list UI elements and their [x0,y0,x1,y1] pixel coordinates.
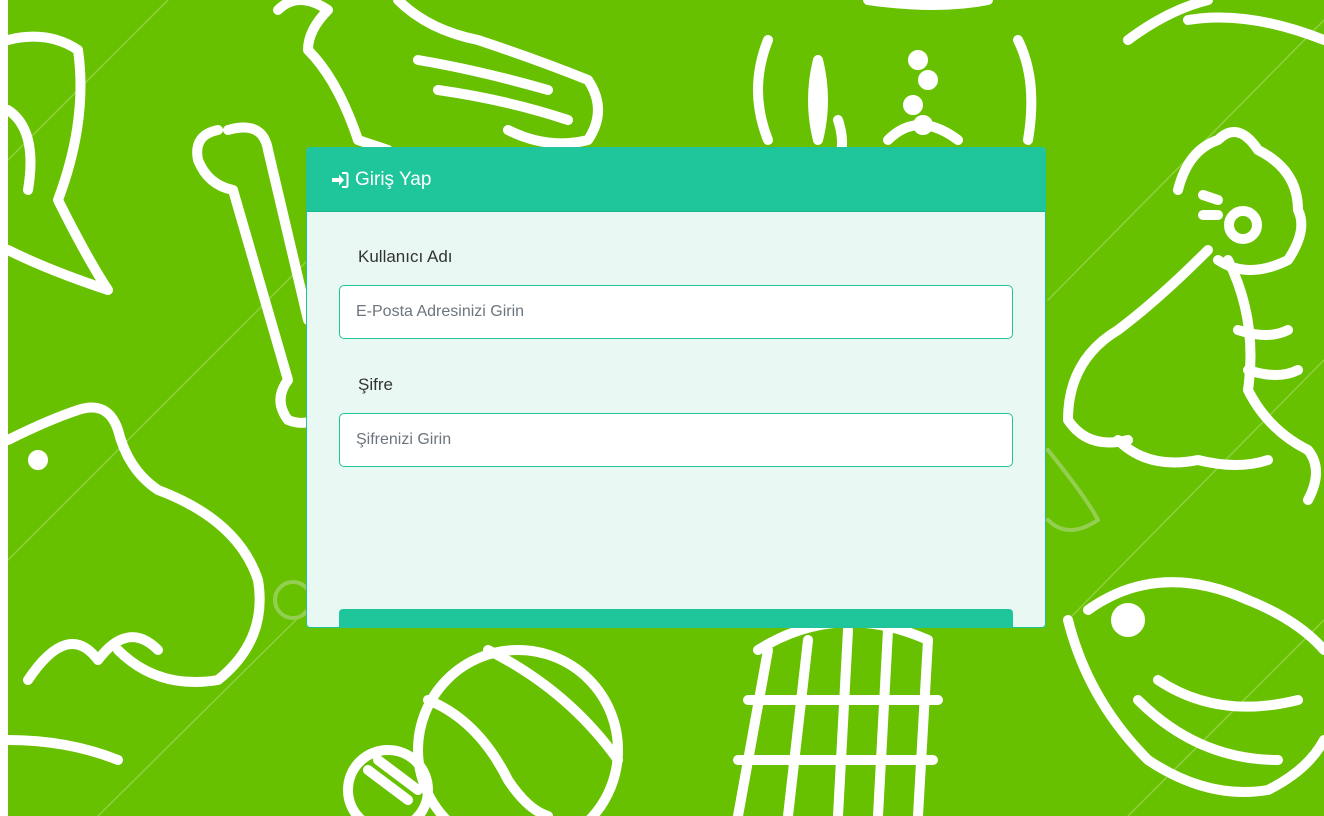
password-label: Şifre [358,375,393,394]
fish-doodle [1063,577,1324,797]
parrot-doodle [273,0,603,155]
login-card-header: Giriş Yap [307,148,1045,212]
rodent-doodle [8,402,265,765]
fishbowl-doodle [753,0,1037,175]
sitting-cat-doodle [1063,127,1321,505]
username-label: Kullanıcı Adı [358,247,453,266]
leaf-doodle [1046,448,1100,532]
ball-doodle [343,645,623,816]
login-card: Giriş Yap Kullanıcı Adı Şifre Giriş [306,147,1046,628]
sign-in-icon [331,171,349,189]
login-button[interactable]: Giriş [339,609,1013,627]
username-input[interactable] [339,285,1013,339]
bird-cage-doodle [733,617,943,816]
password-input[interactable] [339,413,1013,467]
bird-doodle [1123,0,1324,45]
login-card-title: Giriş Yap [355,168,432,190]
